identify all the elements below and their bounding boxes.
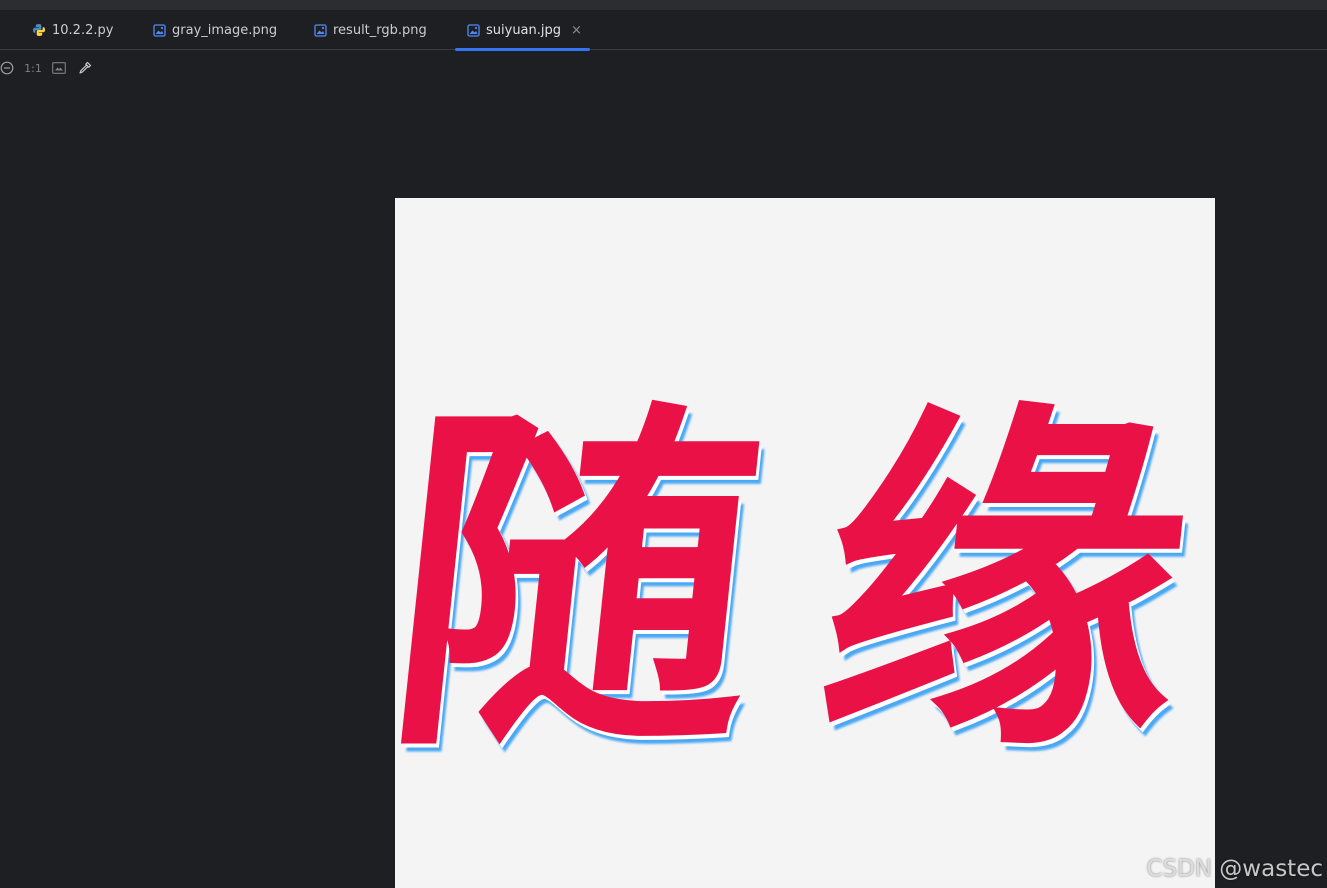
tab-gray-image-png[interactable]: gray_image.png (153, 10, 277, 50)
tab-result-rgb-png[interactable]: result_rgb.png (314, 10, 427, 50)
tab-label: suiyuan.jpg (486, 22, 562, 38)
image-file-icon (314, 23, 327, 37)
tab-label: 10.2.2.py (52, 22, 114, 38)
image-file-icon (153, 23, 166, 37)
eyedropper-icon[interactable] (78, 59, 92, 77)
image-preview: 随 缘 (395, 198, 1215, 888)
actual-size-button[interactable]: 1:1 (24, 59, 42, 77)
image-viewer-toolbar: 1:1 (0, 51, 1327, 85)
calligraphy-char-yuan: 缘 (802, 371, 1208, 794)
python-file-icon (32, 23, 46, 37)
image-file-icon (467, 23, 480, 37)
tab-suiyuan-jpg[interactable]: suiyuan.jpg × (455, 10, 590, 51)
zoom-out-icon[interactable] (0, 59, 14, 77)
editor-tab-bar: 10.2.2.py gray_image.png result_rgb.png (0, 10, 1327, 51)
close-icon[interactable]: × (571, 23, 582, 38)
fit-to-window-icon[interactable] (52, 59, 66, 77)
window-top-strip (0, 0, 1327, 10)
tab-label: result_rgb.png (333, 22, 427, 38)
calligraphy-char-sui: 随 (395, 371, 778, 794)
tab-label: gray_image.png (172, 22, 278, 38)
tab-10-2-2-py[interactable]: 10.2.2.py (32, 10, 113, 50)
watermark: CSDN @wastec (1146, 856, 1323, 882)
